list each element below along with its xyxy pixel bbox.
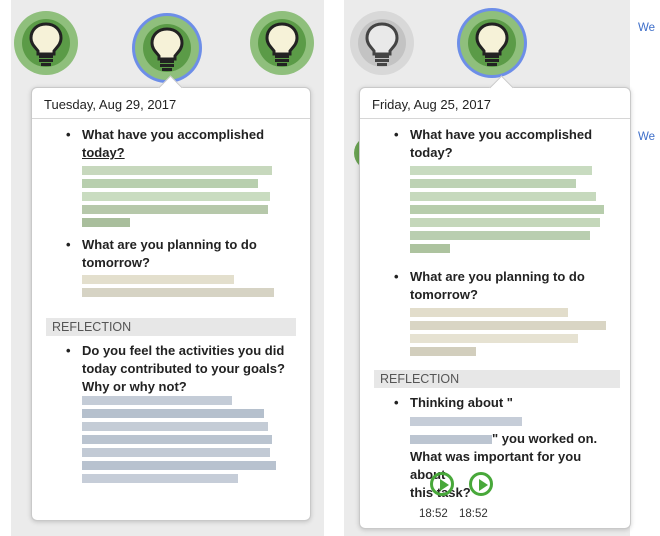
lightbulb-icon-selected[interactable] — [135, 16, 199, 80]
lightbulb-icon[interactable] — [250, 11, 314, 75]
side-link[interactable]: We — [638, 131, 655, 143]
question-accomplished: • What have you accomplished today? — [394, 127, 593, 160]
question-reflection: • Do you feel the activities you did toda… — [66, 343, 285, 394]
lightbulb-icon-selected[interactable] — [460, 11, 524, 75]
play-icon[interactable] — [469, 472, 493, 496]
question-accomplished: • What have you accomplished today? — [66, 127, 265, 160]
play-icon[interactable] — [430, 472, 454, 496]
journal-entry-card: Tuesday, Aug 29, 2017 • What have you ac… — [31, 75, 311, 521]
audio-timestamp: 18:52 — [459, 508, 488, 520]
journal-entry-card: Friday, Aug 25, 2017 • What have you acc… — [359, 75, 631, 529]
entry-date: Tuesday, Aug 29, 2017 — [44, 97, 177, 112]
feedback-panel-right: Friday, Aug 25, 2017 • What have you acc… — [344, 0, 631, 536]
audio-timestamp: 18:52 — [419, 508, 448, 520]
lightbulb-icon-inactive[interactable] — [350, 11, 414, 75]
redacted-task-name — [410, 417, 522, 427]
question-planning: • What are you planning to do tomorrow? — [394, 269, 585, 302]
reflection-section-header: REFLECTION — [46, 318, 296, 336]
feedback-panel-left: Tuesday, Aug 29, 2017 • What have you ac… — [11, 0, 324, 536]
reflection-section-header: REFLECTION — [374, 370, 620, 388]
lightbulb-icon[interactable] — [14, 11, 78, 75]
entry-date: Friday, Aug 25, 2017 — [372, 97, 492, 112]
side-link[interactable]: We — [638, 22, 655, 34]
redacted-task-name — [410, 435, 492, 445]
question-planning: • What are you planning to do tomorrow? — [66, 237, 257, 270]
